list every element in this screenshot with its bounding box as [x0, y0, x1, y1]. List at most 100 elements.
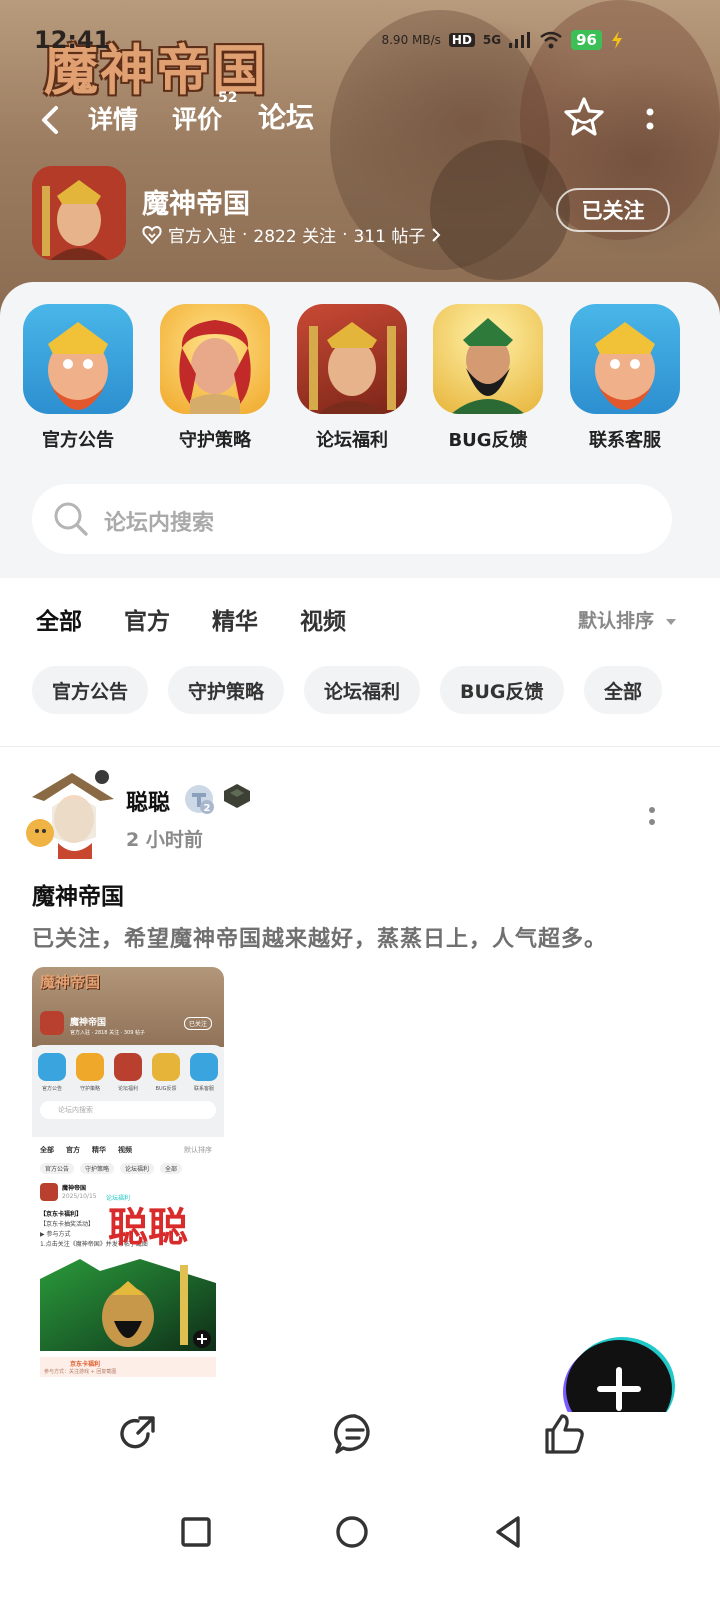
level-number: 2	[204, 803, 211, 814]
thumb-line: ▶ 参与方式	[40, 1231, 71, 1238]
category-strategy[interactable]: 守护策略	[159, 304, 271, 452]
filter-tab-official[interactable]: 官方	[124, 602, 170, 636]
post-action-bar	[0, 1412, 720, 1474]
top-nav: 详情 评价 52 论坛	[0, 90, 720, 148]
thumb-cat-label: BUG反馈	[155, 1086, 177, 1092]
follow-button[interactable]: 已关注	[556, 188, 670, 232]
medal-icon	[224, 784, 250, 808]
post-more-icon[interactable]	[642, 801, 662, 831]
category-label: BUG反馈	[448, 430, 528, 451]
like-icon[interactable]	[542, 1412, 586, 1456]
category-customer-service-icon	[570, 304, 680, 414]
thumb-line: 【京东卡福利】	[40, 1211, 83, 1218]
search-icon	[54, 502, 88, 536]
thumb-cat-label: 官方公告	[41, 1086, 62, 1092]
thumb-cat-icon	[152, 1053, 180, 1081]
thumb-tab: 官方	[66, 1146, 80, 1154]
post-image-thumbnail[interactable]: 魔神帝国 魔神帝国 官方入驻 · 2818 关注 · 309 帖子 已关注 官方…	[32, 967, 224, 1385]
charging-icon	[612, 31, 622, 49]
thumb-chip: 全部	[160, 1163, 183, 1174]
network-speed: 8.90 MB/s	[381, 33, 441, 47]
followers-count[interactable]: 2822 关注	[253, 222, 336, 247]
post-title[interactable]: 魔神帝国	[32, 877, 124, 911]
plus-icon	[597, 1367, 641, 1411]
thumb-category-card: 官方公告 守护策略 论坛福利 BUG反馈 联系客服	[32, 1045, 224, 1137]
category-customer-service[interactable]: 联系客服	[569, 304, 681, 452]
posts-count[interactable]: 311 帖子	[353, 222, 425, 247]
more-vertical-icon[interactable]	[636, 100, 664, 140]
thumb-title: 魔神帝国	[70, 1018, 107, 1028]
thumb-post-list: 全部 官方 精华 视频 默认排序 官方公告 守护策略 论坛福利 全部 魔神帝国 …	[32, 1137, 224, 1385]
search-input[interactable]: 论坛内搜索	[104, 505, 214, 537]
post-body[interactable]: 已关注，希望魔神帝国越来越好，蒸蒸日上，人气超多。	[32, 921, 607, 953]
home-icon[interactable]	[330, 1510, 374, 1554]
avatar[interactable]	[22, 767, 120, 859]
thumb-chip: 守护策略	[80, 1163, 115, 1174]
thumb-footer-sub: 参与方式：关注游戏 + 回复截图	[44, 1369, 117, 1375]
share-icon[interactable]	[116, 1412, 160, 1456]
chip-announcements[interactable]: 官方公告	[32, 666, 149, 714]
thumb-app-icon	[40, 1011, 64, 1035]
comment-icon[interactable]	[333, 1412, 377, 1456]
thumb-follow: 已关注	[184, 1017, 213, 1030]
thumb-cat-label: 联系客服	[193, 1086, 214, 1092]
network-type: 5G	[482, 33, 502, 47]
sort-dropdown[interactable]: 默认排序	[578, 606, 677, 633]
app-icon-art	[32, 166, 126, 260]
category-label: 官方公告	[42, 430, 114, 451]
thumb-cat-icon	[190, 1053, 218, 1081]
app-icon	[32, 166, 126, 260]
filter-tab-all[interactable]: 全部	[36, 602, 82, 642]
category-welfare[interactable]: 论坛福利	[296, 304, 408, 452]
thumb-post-date: 2025/10/15	[62, 1193, 97, 1200]
thumb-meta: 官方入驻 · 2818 关注 · 309 帖子	[70, 1030, 145, 1036]
thumb-post-avatar	[40, 1183, 58, 1201]
category-announcements[interactable]: 官方公告	[22, 304, 134, 452]
status-time: 12:41	[34, 26, 111, 54]
banner-art-shape	[430, 140, 570, 280]
tab-forum[interactable]: 论坛	[258, 96, 315, 136]
thumb-tab: 视频	[118, 1146, 132, 1154]
forum-search-bar[interactable]: 论坛内搜索	[32, 484, 672, 554]
post-card[interactable]: 聪聪 2 2 小时前 魔神帝国 已关注，希望魔神帝国越来越好，蒸蒸日上，人气超多…	[0, 747, 720, 1397]
signal-icon	[509, 32, 531, 48]
official-heart-icon	[142, 225, 162, 244]
chip-welfare[interactable]: 论坛福利	[304, 666, 421, 714]
thumb-promo-art	[40, 1259, 216, 1351]
review-count-badge: 52	[218, 90, 238, 106]
post-filters: 全部 官方 精华 视频 默认排序 官方公告 守护策略 论坛福利 BUG反馈 全部	[0, 578, 720, 746]
category-bug-report-icon	[433, 304, 543, 414]
thumb-cat-icon	[38, 1053, 66, 1081]
chip-bug-report[interactable]: BUG反馈	[440, 666, 564, 714]
thumb-chip: 论坛福利	[120, 1163, 155, 1174]
back-icon[interactable]	[30, 98, 74, 142]
thumb-tab: 精华	[92, 1146, 106, 1154]
meta-separator: ·	[242, 224, 248, 245]
chip-all[interactable]: 全部	[584, 666, 663, 714]
category-label: 论坛福利	[316, 430, 388, 451]
category-label: 守护策略	[179, 430, 251, 451]
thumb-line: 【京东卡抽奖活动】	[40, 1221, 95, 1228]
filter-tab-video[interactable]: 视频	[300, 602, 346, 636]
post-username[interactable]: 聪聪	[126, 785, 170, 817]
thumb-cat-label: 论坛福利	[117, 1086, 138, 1092]
back-nav-icon[interactable]	[486, 1510, 530, 1554]
thumb-cat-label: 守护策略	[79, 1086, 100, 1092]
thumb-watermark: 聪聪	[108, 1205, 188, 1251]
thumb-post-title: 魔神帝国	[62, 1185, 87, 1192]
filter-tab-featured[interactable]: 精华	[212, 602, 258, 636]
chevron-right-icon	[432, 227, 441, 242]
thumb-search: 论坛内搜索	[40, 1101, 216, 1119]
tab-reviews[interactable]: 评价	[172, 100, 222, 136]
favorite-star-icon[interactable]	[560, 94, 608, 142]
thumb-cat-icon	[76, 1053, 104, 1081]
battery-icon: 96	[571, 30, 602, 50]
thumb-logo: 魔神帝国	[40, 973, 101, 991]
category-announcements-icon	[23, 304, 133, 414]
recent-apps-icon[interactable]	[174, 1510, 218, 1554]
tab-details[interactable]: 详情	[88, 100, 138, 136]
category-bug-report[interactable]: BUG反馈	[432, 304, 544, 452]
meta-separator: ·	[342, 224, 348, 245]
chip-strategy[interactable]: 守护策略	[168, 666, 285, 714]
caret-down-icon	[665, 619, 676, 625]
